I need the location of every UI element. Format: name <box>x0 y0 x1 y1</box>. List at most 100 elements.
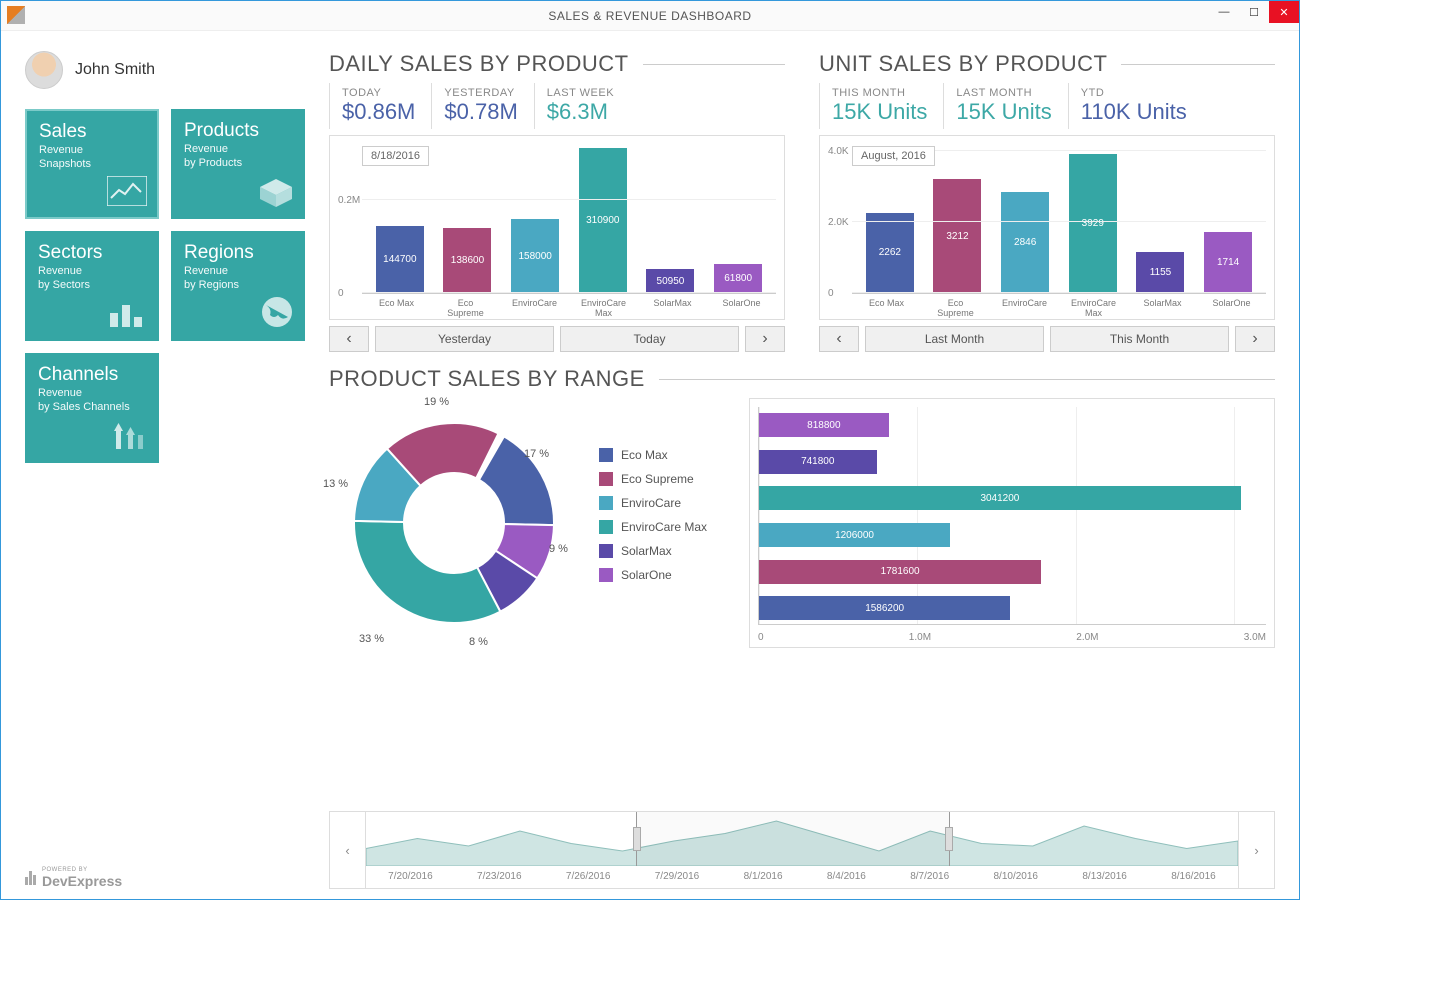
timeline-prev-arrow[interactable]: ‹ <box>330 812 366 888</box>
bar-eco-max[interactable]: 144700 <box>376 144 424 293</box>
metric-label: LAST MONTH <box>956 87 1051 99</box>
donut-pct-eco-supreme: 19 % <box>424 396 449 408</box>
bar-solarmax[interactable]: 50950 <box>646 144 694 293</box>
bar-eco-supreme[interactable]: 3212 <box>933 144 981 293</box>
legend-item-solarmax[interactable]: SolarMax <box>599 544 729 558</box>
footer-brand: POWERED BY DevExpress <box>42 867 122 889</box>
tile-products[interactable]: ProductsRevenueby Products <box>171 109 305 219</box>
tile-sales[interactable]: SalesRevenueSnapshots <box>25 109 159 219</box>
content-area: John Smith SalesRevenueSnapshotsProducts… <box>1 31 1299 899</box>
timeline-handle-right[interactable] <box>945 827 953 851</box>
timeline-body[interactable]: 7/20/20167/23/20167/26/20167/29/20168/1/… <box>366 812 1238 888</box>
donut-chart: 17 %19 %13 %33 %8 %9 % <box>329 398 579 648</box>
timeline-date: 8/16/2016 <box>1171 871 1216 882</box>
daily-next-button[interactable]: Today <box>560 326 739 352</box>
tile-regions[interactable]: RegionsRevenueby Regions <box>171 231 305 341</box>
range-panel: PRODUCT SALES BY RANGE 17 %19 %13 %33 %8… <box>329 360 1275 803</box>
x-label: Eco Max <box>373 298 421 318</box>
x-label: SolarOne <box>1208 298 1256 318</box>
chart-line-icon <box>107 176 147 209</box>
hbar-envirocare[interactable]: 1206000 <box>759 523 950 547</box>
donut-slice-envirocare-max[interactable] <box>354 521 500 623</box>
unit-next-button[interactable]: This Month <box>1050 326 1229 352</box>
bar-value: 2846 <box>1001 192 1049 293</box>
bar-envirocare-max[interactable]: 310900 <box>579 144 627 293</box>
unit-date-tag: August, 2016 <box>852 146 935 166</box>
metric-yesterday: YESTERDAY$0.78M <box>431 83 533 129</box>
legend: Eco Max Eco Supreme EnviroCare EnviroCare M… <box>599 398 729 592</box>
legend-item-envirocare[interactable]: EnviroCare <box>599 496 729 510</box>
y-tick: 4.0K <box>828 146 849 157</box>
tile-channels[interactable]: ChannelsRevenueby Sales Channels <box>25 353 159 463</box>
timeline-handle-left[interactable] <box>633 827 641 851</box>
timeline-selection[interactable] <box>636 812 950 866</box>
legend-label: EnviroCare Max <box>621 520 707 534</box>
range-title-text: PRODUCT SALES BY RANGE <box>329 366 645 392</box>
titlebar: SALES & REVENUE DASHBOARD — ☐ ✕ <box>1 1 1299 31</box>
bar-eco-max[interactable]: 2262 <box>866 144 914 293</box>
timeline-date: 7/20/2016 <box>388 871 433 882</box>
bar-eco-supreme[interactable]: 138600 <box>443 144 491 293</box>
daily-nav: ‹ Yesterday Today › <box>329 326 785 352</box>
maximize-button[interactable]: ☐ <box>1239 1 1269 23</box>
unit-prev-arrow[interactable]: ‹ <box>819 326 859 352</box>
hbar-solarone[interactable]: 818800 <box>759 413 889 437</box>
timeline-next-arrow[interactable]: › <box>1238 812 1274 888</box>
daily-date-tag: 8/18/2016 <box>362 146 429 166</box>
divider <box>643 64 785 65</box>
tile-subtitle: RevenueSnapshots <box>39 143 145 172</box>
bar-solarone[interactable]: 61800 <box>714 144 762 293</box>
metric-value: $0.78M <box>444 99 517 125</box>
unit-xlabels: Eco MaxEco SupremeEnviroCareEnviroCare M… <box>852 294 1266 318</box>
legend-label: SolarOne <box>621 568 672 582</box>
hbar-solarmax[interactable]: 741800 <box>759 450 877 474</box>
legend-label: Eco Max <box>621 448 668 462</box>
unit-bars: 02.0K4.0K226232122846392911551714 <box>852 144 1266 294</box>
legend-item-solarone[interactable]: SolarOne <box>599 568 729 582</box>
timeline-date: 8/13/2016 <box>1082 871 1127 882</box>
legend-item-eco-max[interactable]: Eco Max <box>599 448 729 462</box>
metric-label: LAST WEEK <box>547 87 614 99</box>
logo-bars-icon <box>25 871 36 885</box>
daily-prev-arrow[interactable]: ‹ <box>329 326 369 352</box>
bar-value: 1714 <box>1204 232 1252 293</box>
hbar-x-tick: 3.0M <box>1244 632 1266 643</box>
donut-pct-envirocare-max: 33 % <box>359 633 384 645</box>
bar-value: 3929 <box>1069 154 1117 293</box>
hbar-envirocare-max[interactable]: 3041200 <box>759 486 1241 510</box>
bar-envirocare[interactable]: 158000 <box>511 144 559 293</box>
bar-solarone[interactable]: 1714 <box>1204 144 1252 293</box>
close-button[interactable]: ✕ <box>1269 1 1299 23</box>
hbar-x-tick: 1.0M <box>909 632 931 643</box>
legend-swatch <box>599 496 613 510</box>
footer-brand-name: DevExpress <box>42 873 122 889</box>
daily-next-arrow[interactable]: › <box>745 326 785 352</box>
unit-next-arrow[interactable]: › <box>1235 326 1275 352</box>
metric-value: 110K Units <box>1081 99 1187 125</box>
x-label: Eco Supreme <box>442 298 490 318</box>
bar-solarmax[interactable]: 1155 <box>1136 144 1184 293</box>
minimize-button[interactable]: — <box>1209 1 1239 23</box>
daily-panel-title: DAILY SALES BY PRODUCT <box>329 51 785 77</box>
hbar-eco-max[interactable]: 1586200 <box>759 596 1010 620</box>
daily-xlabels: Eco MaxEco SupremeEnviroCareEnviroCare M… <box>362 294 776 318</box>
daily-metrics: TODAY$0.86MYESTERDAY$0.78MLAST WEEK$6.3M <box>329 83 785 129</box>
bar-envirocare-max[interactable]: 3929 <box>1069 144 1117 293</box>
metric-label: YESTERDAY <box>444 87 517 99</box>
daily-prev-button[interactable]: Yesterday <box>375 326 554 352</box>
legend-item-envirocare-max[interactable]: EnviroCare Max <box>599 520 729 534</box>
y-tick: 0 <box>338 288 344 299</box>
legend-item-eco-supreme[interactable]: Eco Supreme <box>599 472 729 486</box>
tile-sectors[interactable]: SectorsRevenueby Sectors <box>25 231 159 341</box>
bar-value: 2262 <box>866 213 914 293</box>
metric-value: 15K Units <box>956 99 1051 125</box>
nav-tiles: SalesRevenueSnapshotsProductsRevenueby P… <box>25 109 305 463</box>
hbar-eco-supreme[interactable]: 1781600 <box>759 560 1041 584</box>
unit-panel: UNIT SALES BY PRODUCT THIS MONTH15K Unit… <box>819 51 1275 352</box>
tile-title: Sales <box>39 121 145 143</box>
unit-prev-button[interactable]: Last Month <box>865 326 1044 352</box>
metric-last-week: LAST WEEK$6.3M <box>534 83 630 129</box>
bar-envirocare[interactable]: 2846 <box>1001 144 1049 293</box>
app-icon <box>7 6 25 24</box>
tile-subtitle: Revenueby Regions <box>184 264 292 293</box>
